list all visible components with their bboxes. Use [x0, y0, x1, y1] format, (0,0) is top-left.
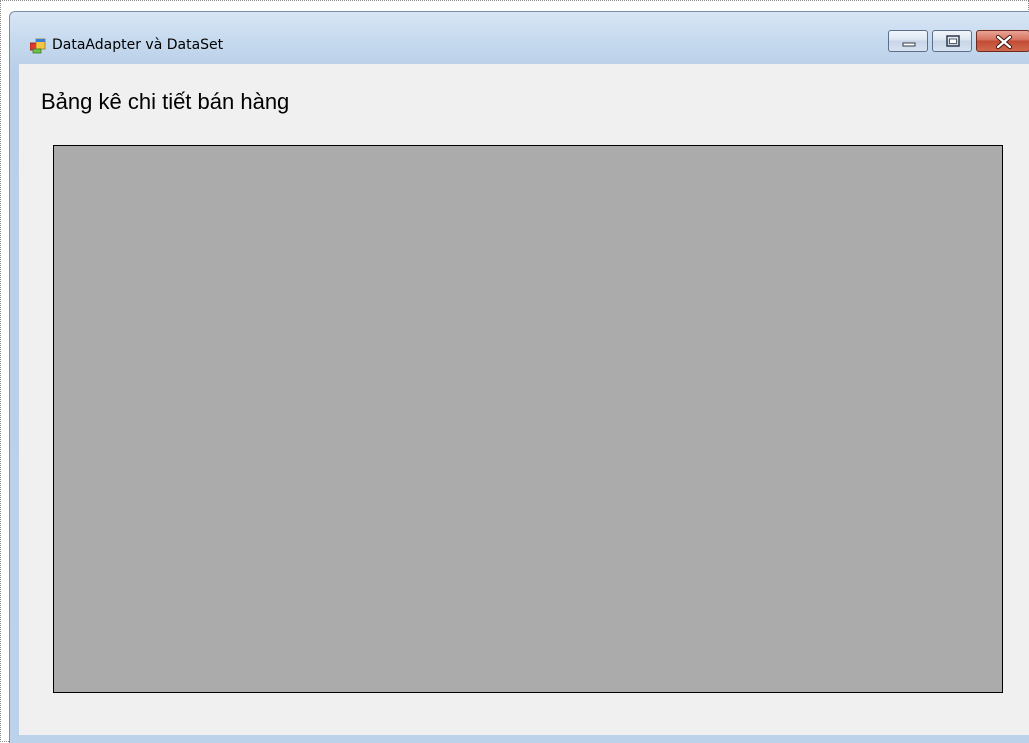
maximize-icon: [946, 35, 960, 47]
designer-surface: DataAdapter và DataSet Bảng kê chi tiết …: [0, 0, 1029, 743]
title-bar[interactable]: DataAdapter và DataSet: [10, 12, 1029, 64]
close-button[interactable]: [976, 30, 1029, 52]
form-client-area: Bảng kê chi tiết bán hàng: [19, 64, 1029, 735]
minimize-icon: [902, 42, 916, 47]
form-window: DataAdapter và DataSet Bảng kê chi tiết …: [9, 11, 1029, 743]
report-heading: Bảng kê chi tiết bán hàng: [41, 89, 290, 114]
caption-buttons: [888, 30, 1029, 54]
maximize-button[interactable]: [932, 30, 972, 52]
data-grid-view[interactable]: [53, 145, 1003, 693]
window-title: DataAdapter và DataSet: [52, 37, 224, 53]
form-icon: [29, 38, 46, 54]
close-icon: [995, 34, 1013, 50]
minimize-button[interactable]: [888, 30, 928, 52]
